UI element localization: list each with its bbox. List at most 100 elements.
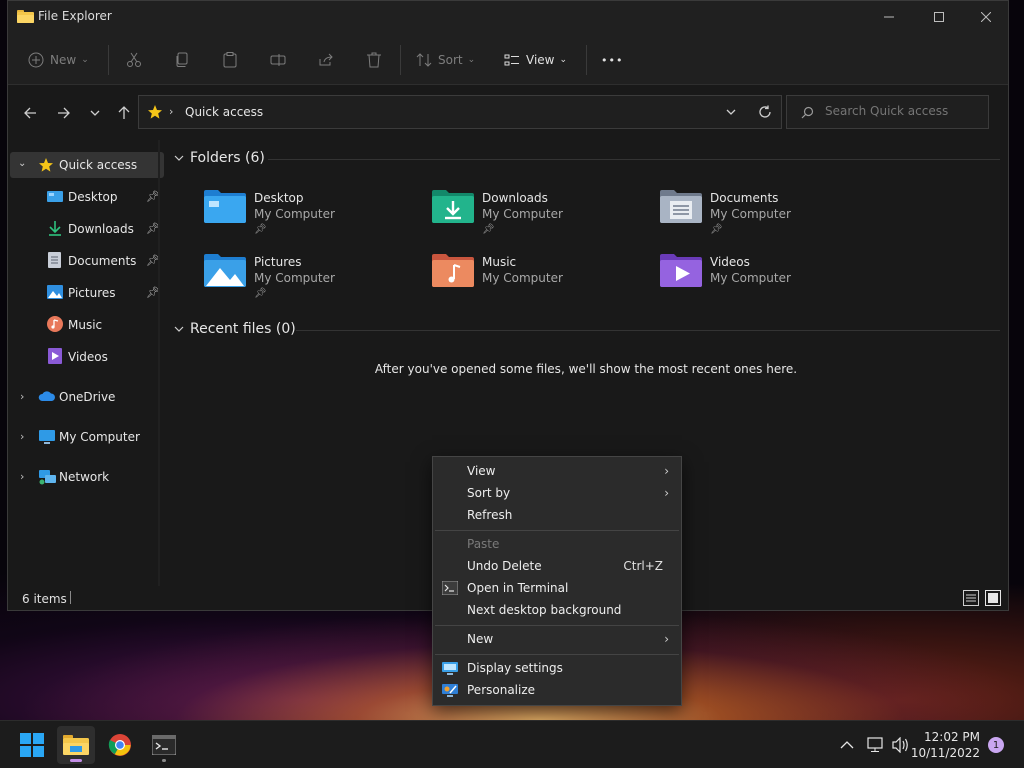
large-icons-view-icon[interactable] xyxy=(985,590,1001,606)
recent-locations-button[interactable] xyxy=(85,103,105,123)
menu-item-refresh[interactable]: Refresh xyxy=(433,504,681,526)
chevron-right-icon[interactable]: › xyxy=(20,470,24,483)
menu-item-label: Undo Delete xyxy=(467,559,542,573)
menu-item-open-terminal[interactable]: Open in Terminal xyxy=(433,577,681,599)
folder-tile-music[interactable]: Music My Computer xyxy=(432,252,642,304)
taskbar: 12:02 PM 10/11/2022 1 xyxy=(0,720,1024,768)
section-divider xyxy=(296,330,1000,331)
new-button[interactable]: New ⌄ xyxy=(28,47,89,73)
more-options-button[interactable]: ••• xyxy=(601,47,623,73)
terminal-icon xyxy=(442,581,458,595)
recent-files-section-header[interactable]: Recent files (0) xyxy=(174,321,296,337)
chevron-down-icon xyxy=(174,326,184,332)
arrow-right-icon xyxy=(58,107,70,119)
clock-time: 12:02 PM xyxy=(924,730,980,744)
sidebar-item-downloads[interactable]: Downloads 📌︎ xyxy=(10,216,164,242)
sidebar-item-documents[interactable]: Documents 📌︎ xyxy=(10,248,164,274)
downloads-folder-icon xyxy=(432,190,474,223)
menu-item-personalize[interactable]: Personalize xyxy=(433,679,681,701)
personalize-icon xyxy=(442,684,458,697)
forward-button[interactable] xyxy=(54,103,74,123)
menu-item-new[interactable]: New › xyxy=(433,628,681,650)
show-hidden-icons-button[interactable] xyxy=(840,721,854,768)
sidebar-item-quick-access[interactable]: ⌄ Quick access xyxy=(10,152,164,178)
folder-tile-videos[interactable]: Videos My Computer xyxy=(660,252,870,304)
up-button[interactable] xyxy=(114,103,134,123)
sidebar-item-label: OneDrive xyxy=(59,390,116,404)
folder-location: My Computer xyxy=(710,207,791,221)
folder-tile-pictures[interactable]: Pictures My Computer 📌︎ xyxy=(204,252,414,304)
back-button[interactable] xyxy=(20,103,40,123)
maximize-button[interactable] xyxy=(916,1,962,33)
folder-location: My Computer xyxy=(482,271,563,285)
minimize-button[interactable] xyxy=(866,1,912,33)
sort-button[interactable]: Sort ⌄ xyxy=(416,47,475,73)
delete-button[interactable] xyxy=(366,47,382,73)
sort-icon xyxy=(416,53,432,67)
folders-section-header[interactable]: Folders (6) xyxy=(174,150,265,166)
chevron-down-icon[interactable]: ⌄ xyxy=(18,158,26,169)
sidebar-item-onedrive[interactable]: › OneDrive xyxy=(10,384,164,410)
documents-folder-icon xyxy=(660,190,702,223)
notification-badge[interactable]: 1 xyxy=(988,737,1004,753)
chevron-down-icon: ⌄ xyxy=(467,55,476,65)
menu-separator xyxy=(435,654,679,655)
menu-item-sort-by[interactable]: Sort by › xyxy=(433,482,681,504)
chevron-down-icon: ⌄ xyxy=(81,55,89,65)
sidebar-item-desktop[interactable]: Desktop 📌︎ xyxy=(10,184,164,210)
menu-item-next-background[interactable]: Next desktop background xyxy=(433,599,681,621)
clock[interactable]: 12:02 PM 10/11/2022 xyxy=(911,729,980,761)
menu-item-display-settings[interactable]: Display settings xyxy=(433,657,681,679)
close-button[interactable] xyxy=(963,1,1009,33)
folder-tile-desktop[interactable]: Desktop My Computer 📌︎ xyxy=(204,188,414,240)
chevron-right-icon[interactable]: › xyxy=(20,430,24,443)
downloads-icon xyxy=(49,221,61,236)
folder-location: My Computer xyxy=(710,271,791,285)
file-explorer-icon xyxy=(63,735,89,755)
view-button[interactable]: View ⌄ xyxy=(504,47,567,73)
breadcrumb-location[interactable]: Quick access xyxy=(185,105,263,119)
folder-tile-documents[interactable]: Documents My Computer 📌︎ xyxy=(660,188,870,240)
toolbar-separator xyxy=(108,45,109,75)
volume-button[interactable] xyxy=(892,721,910,768)
taskbar-file-explorer[interactable] xyxy=(57,726,95,764)
chevron-right-icon: › xyxy=(664,486,669,500)
sidebar-item-pictures[interactable]: Pictures 📌︎ xyxy=(10,280,164,306)
share-button[interactable] xyxy=(318,47,334,73)
taskbar-terminal[interactable] xyxy=(145,726,183,764)
network-status-button[interactable] xyxy=(867,721,885,768)
sidebar-item-label: Videos xyxy=(68,350,108,364)
sidebar-item-network[interactable]: › Network xyxy=(10,464,164,490)
sidebar-item-videos[interactable]: Videos xyxy=(10,344,164,370)
start-button[interactable] xyxy=(13,726,51,764)
details-view-icon[interactable] xyxy=(963,590,979,606)
arrow-up-icon xyxy=(118,106,130,119)
star-icon xyxy=(39,158,53,172)
rename-icon xyxy=(270,54,286,66)
copy-button[interactable] xyxy=(174,47,190,73)
menu-item-undo-delete[interactable]: Undo Delete Ctrl+Z xyxy=(433,555,681,577)
search-box[interactable] xyxy=(786,95,989,129)
taskbar-chrome[interactable] xyxy=(101,726,139,764)
sidebar-item-label: Desktop xyxy=(68,190,118,204)
chevron-right-icon[interactable]: › xyxy=(20,390,24,403)
cut-button[interactable] xyxy=(126,47,142,73)
folder-tile-downloads[interactable]: Downloads My Computer 📌︎ xyxy=(432,188,642,240)
address-history-chevron-icon[interactable] xyxy=(726,108,736,116)
title-bar[interactable]: File Explorer xyxy=(8,1,1008,33)
pin-icon: 📌︎ xyxy=(482,224,495,235)
search-input[interactable] xyxy=(825,104,983,118)
chevron-down-icon xyxy=(90,110,100,116)
sidebar-item-my-computer[interactable]: › My Computer xyxy=(10,424,164,450)
rename-button[interactable] xyxy=(270,47,286,73)
videos-folder-icon xyxy=(660,254,702,287)
pane-splitter[interactable] xyxy=(158,140,160,586)
scissors-icon xyxy=(127,52,141,67)
refresh-icon[interactable] xyxy=(758,105,772,119)
search-icon xyxy=(801,106,814,119)
menu-item-view[interactable]: View › xyxy=(433,460,681,482)
sidebar-item-music[interactable]: Music xyxy=(10,312,164,338)
address-bar[interactable]: › Quick access xyxy=(138,95,782,129)
paste-button[interactable] xyxy=(222,47,238,73)
share-icon xyxy=(319,53,333,66)
